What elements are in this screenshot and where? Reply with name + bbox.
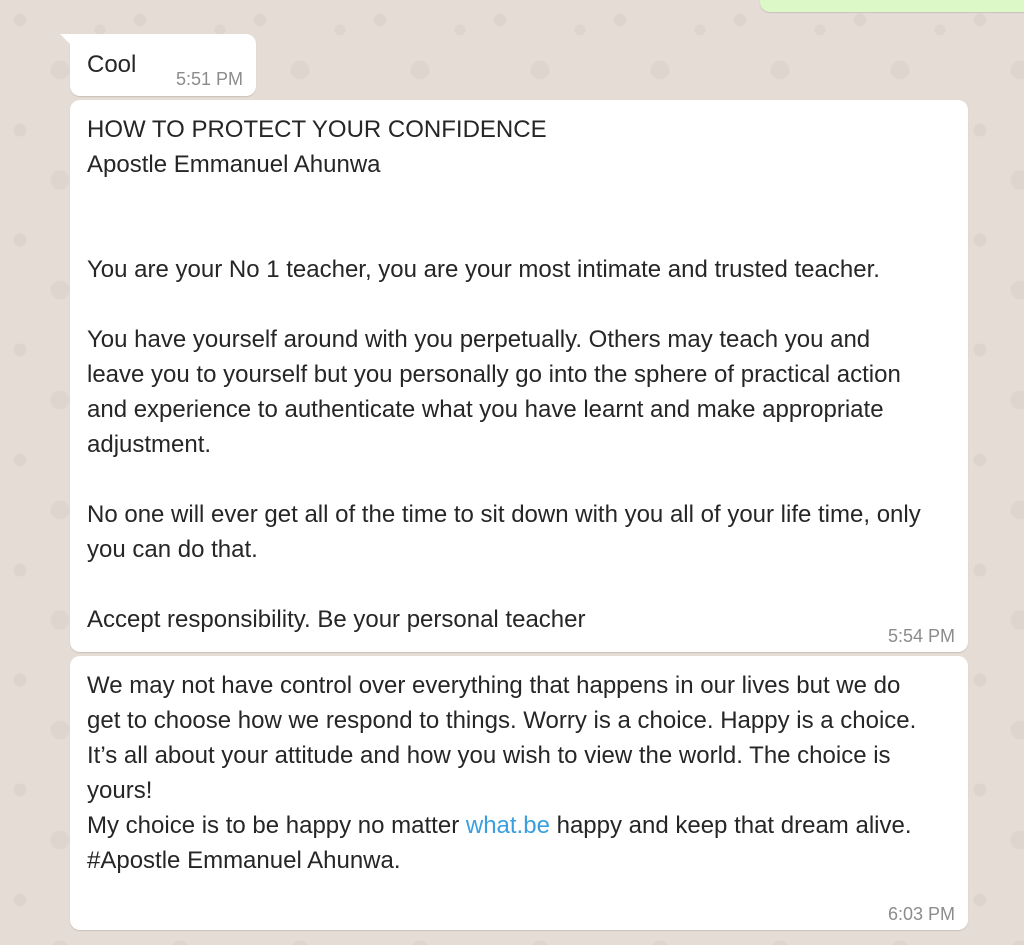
- message-body: HOW TO PROTECT YOUR CONFIDENCE Apostle E…: [87, 112, 928, 637]
- message-paragraph: We may not have control over everything …: [87, 672, 917, 804]
- message-timestamp: 5:54 PM: [887, 626, 955, 646]
- incoming-message-bubble[interactable]: Cool 5:51 PM: [60, 34, 256, 96]
- message-paragraph: My choice is to be happy no matter what.…: [87, 808, 928, 843]
- bubble-tail: [60, 34, 74, 48]
- message-body: We may not have control over everything …: [87, 668, 928, 878]
- message-link[interactable]: what.be: [466, 812, 550, 839]
- incoming-message-bubble[interactable]: We may not have control over everything …: [70, 656, 968, 930]
- message-paragraph: No one will ever get all of the time to …: [87, 501, 921, 563]
- message-author: Apostle Emmanuel Ahunwa: [87, 151, 381, 178]
- outgoing-message-bubble[interactable]: [760, 0, 1024, 12]
- message-text: Cool: [87, 51, 137, 78]
- message-text: My choice is to be happy no matter: [87, 812, 466, 839]
- message-text: happy and keep that dream alive.: [549, 812, 912, 839]
- message-paragraph: You are your No 1 teacher, you are your …: [87, 256, 880, 283]
- message-paragraph: Accept responsibility. Be your personal …: [87, 606, 586, 633]
- message-timestamp: 5:51 PM: [175, 69, 243, 89]
- message-paragraph: You have yourself around with you perpet…: [87, 326, 901, 458]
- message-signature: #Apostle Emmanuel Ahunwa.: [87, 847, 401, 874]
- message-title: HOW TO PROTECT YOUR CONFIDENCE: [87, 116, 547, 143]
- message-timestamp: 6:03 PM: [887, 904, 955, 924]
- incoming-message-bubble[interactable]: HOW TO PROTECT YOUR CONFIDENCE Apostle E…: [70, 100, 968, 652]
- chat-panel[interactable]: Cool 5:51 PM HOW TO PROTECT YOUR CONFIDE…: [0, 0, 1024, 945]
